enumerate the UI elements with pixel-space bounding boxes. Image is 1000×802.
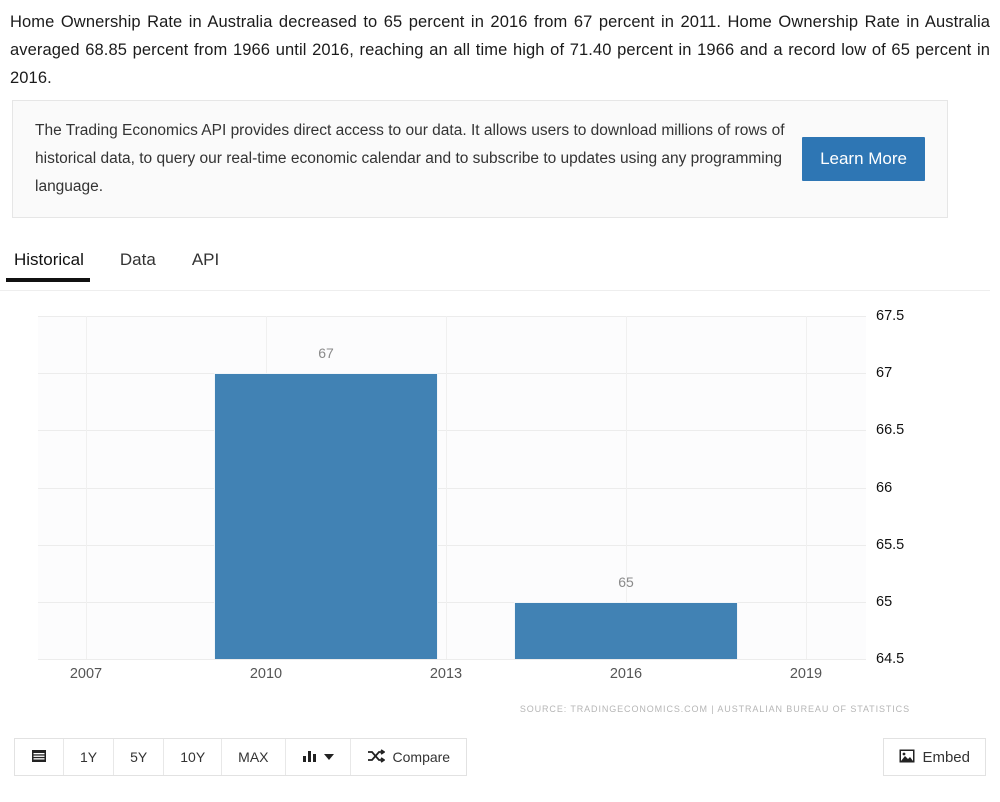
api-promo-banner: The Trading Economics API provides direc…: [12, 100, 948, 218]
chart-x-tick-label: 2013: [429, 666, 463, 682]
chart-y-tick-label: 66.5: [876, 422, 905, 439]
chart-y-tick-label: 64.5: [876, 651, 905, 667]
chart-gridline-horizontal: [38, 487, 866, 489]
embed-label: Embed: [922, 748, 970, 766]
tab-data[interactable]: Data: [116, 243, 170, 282]
image-icon: [899, 749, 915, 766]
chart-type-dropdown[interactable]: [285, 739, 351, 775]
chart-gridline-horizontal: [38, 430, 866, 432]
chevron-down-icon: [323, 754, 334, 760]
tab-api[interactable]: API: [188, 243, 233, 282]
chart-source-note: SOURCE: TRADINGECONOMICS.COM | AUSTRALIA…: [519, 704, 910, 714]
chart-container: 67.5 67 66.5 66 65.5 65 64.5 2007 2010 2013 2016 20…: [0, 296, 1000, 728]
chart-x-tick-label: 2007: [69, 666, 103, 682]
range-1y-button[interactable]: 1Y: [64, 739, 115, 775]
api-promo-text: The Trading Economics API provides direc…: [35, 122, 785, 195]
chart-bar[interactable]: [214, 373, 438, 659]
compare-label: Compare: [392, 749, 451, 765]
chart-bar[interactable]: [514, 601, 738, 659]
tab-historical[interactable]: Historical: [6, 243, 98, 282]
chart-y-tick-label: 66: [876, 479, 893, 496]
chart-gridline-horizontal: [38, 373, 866, 375]
chart-gridline-vertical: [806, 316, 807, 659]
chart-gridline-vertical: [86, 316, 87, 659]
chart-y-tick-label: 65.5: [876, 536, 905, 553]
chart-toolbar: 1Y 5Y 10Y MAX Compare: [14, 738, 468, 776]
chart-y-tick-label: 67: [876, 365, 893, 382]
chart-x-tick-label: 2010: [249, 666, 283, 682]
bar-chart-icon: [302, 749, 318, 765]
chart-y-tick-label: 65: [876, 593, 893, 610]
chart-gridline-horizontal: [38, 316, 866, 317]
chart-gridline-horizontal: [38, 659, 866, 660]
chart-x-tick-label: 2016: [609, 666, 643, 682]
chart-x-tick-label: 2019: [789, 666, 823, 682]
chart-y-tick-label: 67.5: [876, 308, 905, 324]
intro-paragraph: Home Ownership Rate in Australia decreas…: [10, 13, 990, 87]
chart-bar-value-label: 67: [318, 345, 334, 362]
chart-gridline-horizontal: [38, 601, 866, 603]
chart-bar-value-label: 65: [618, 573, 634, 590]
calendar-button[interactable]: [15, 739, 64, 775]
compare-button[interactable]: Compare: [350, 739, 467, 775]
embed-button[interactable]: Embed: [883, 738, 986, 776]
learn-more-button[interactable]: Learn More: [802, 137, 925, 181]
range-10y-button[interactable]: 10Y: [164, 739, 223, 775]
chart-gridline-vertical: [446, 316, 447, 659]
chart-gridline-horizontal: [38, 544, 866, 546]
calendar-icon: [31, 748, 47, 766]
shuffle-icon: [367, 749, 386, 765]
chart-plot-area: [38, 316, 866, 660]
range-max-button[interactable]: MAX: [222, 739, 286, 775]
tab-bar: Historical Data API: [0, 243, 990, 291]
range-5y-button[interactable]: 5Y: [114, 739, 165, 775]
